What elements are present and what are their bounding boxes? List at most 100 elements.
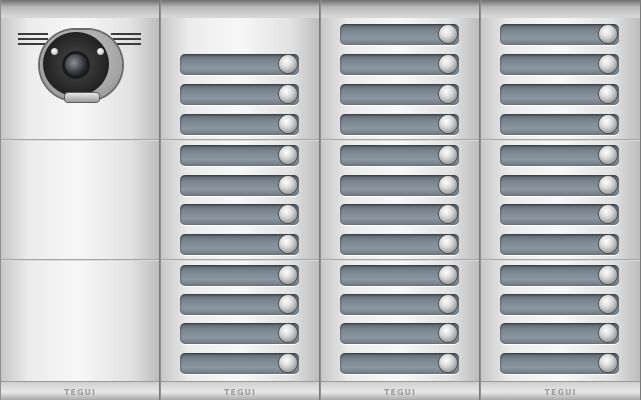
- module-divider: [481, 139, 640, 141]
- top-trim: [481, 0, 640, 18]
- call-button[interactable]: [180, 114, 299, 135]
- call-button[interactable]: [180, 175, 299, 196]
- call-button[interactable]: [180, 294, 299, 315]
- push-button-icon: [599, 235, 617, 253]
- call-button[interactable]: [340, 84, 459, 105]
- push-button-icon: [599, 295, 617, 313]
- push-button-icon: [439, 295, 457, 313]
- push-button-icon: [279, 354, 297, 372]
- camera-lens-icon: [65, 54, 87, 76]
- call-button[interactable]: [500, 84, 619, 105]
- push-button-icon: [439, 266, 457, 284]
- button-column-1: TEGUI: [160, 0, 320, 400]
- call-button[interactable]: [340, 145, 459, 166]
- call-button[interactable]: [500, 323, 619, 344]
- push-button-icon: [439, 205, 457, 223]
- push-button-icon: [279, 146, 297, 164]
- brand-label: TEGUI: [64, 388, 96, 397]
- push-button-icon: [439, 235, 457, 253]
- push-button-icon: [279, 235, 297, 253]
- push-button-icon: [279, 295, 297, 313]
- speaker-grille-right: [111, 33, 141, 35]
- speaker-grille-left: [18, 38, 48, 40]
- speaker-grille-left: [18, 33, 48, 35]
- module-divider: [481, 259, 640, 261]
- brand-label: TEGUI: [384, 388, 416, 397]
- button-column-3: TEGUI: [480, 0, 641, 400]
- bottom-trim: TEGUI: [1, 381, 159, 400]
- speaker-grille-left: [18, 43, 48, 45]
- push-button-icon: [279, 115, 297, 133]
- call-button[interactable]: [500, 353, 619, 374]
- bottom-trim: TEGUI: [321, 381, 479, 400]
- call-button[interactable]: [180, 84, 299, 105]
- push-button-icon: [599, 146, 617, 164]
- call-button[interactable]: [340, 24, 459, 45]
- call-button[interactable]: [180, 323, 299, 344]
- push-button-icon: [439, 115, 457, 133]
- call-button[interactable]: [500, 175, 619, 196]
- call-button[interactable]: [180, 54, 299, 75]
- push-button-icon: [439, 324, 457, 342]
- push-button-icon: [439, 25, 457, 43]
- push-button-icon: [599, 324, 617, 342]
- module-divider: [321, 139, 479, 141]
- call-button[interactable]: [500, 294, 619, 315]
- call-button[interactable]: [500, 24, 619, 45]
- camera-lens-ring: [43, 32, 109, 96]
- call-button[interactable]: [340, 323, 459, 344]
- top-trim: [161, 0, 319, 18]
- call-button[interactable]: [180, 234, 299, 255]
- module-divider: [321, 259, 479, 261]
- module-divider: [161, 259, 319, 261]
- push-button-icon: [599, 176, 617, 194]
- push-button-icon: [599, 85, 617, 103]
- call-button[interactable]: [180, 204, 299, 225]
- push-button-icon: [439, 176, 457, 194]
- push-button-icon: [439, 55, 457, 73]
- call-button[interactable]: [180, 353, 299, 374]
- call-button[interactable]: [180, 145, 299, 166]
- push-button-icon: [599, 205, 617, 223]
- microphone-slot: [65, 93, 99, 102]
- call-button[interactable]: [340, 294, 459, 315]
- call-button[interactable]: [180, 265, 299, 286]
- top-trim: [321, 0, 479, 18]
- call-button[interactable]: [500, 114, 619, 135]
- push-button-icon: [599, 266, 617, 284]
- call-button[interactable]: [500, 265, 619, 286]
- brand-label: TEGUI: [224, 388, 256, 397]
- top-trim: [1, 0, 159, 18]
- brand-label: TEGUI: [544, 388, 577, 397]
- intercom-panel: TEGUI TEGUI TEGUI TEGUI: [0, 0, 641, 400]
- button-column-2: TEGUI: [320, 0, 480, 400]
- call-button[interactable]: [340, 265, 459, 286]
- module-divider: [1, 139, 159, 141]
- call-button[interactable]: [340, 114, 459, 135]
- push-button-icon: [599, 115, 617, 133]
- bottom-trim: TEGUI: [161, 381, 319, 400]
- push-button-icon: [599, 354, 617, 372]
- call-button[interactable]: [340, 175, 459, 196]
- ir-led-icon: [51, 48, 58, 55]
- call-button[interactable]: [500, 204, 619, 225]
- module-divider: [1, 259, 159, 261]
- call-button[interactable]: [500, 54, 619, 75]
- push-button-icon: [439, 85, 457, 103]
- camera-column: TEGUI: [0, 0, 160, 400]
- push-button-icon: [599, 25, 617, 43]
- push-button-icon: [599, 55, 617, 73]
- call-button[interactable]: [500, 234, 619, 255]
- camera-housing: [40, 30, 122, 100]
- push-button-icon: [279, 205, 297, 223]
- bottom-trim: TEGUI: [481, 381, 640, 400]
- call-button[interactable]: [500, 145, 619, 166]
- call-button[interactable]: [340, 204, 459, 225]
- call-button[interactable]: [340, 353, 459, 374]
- ir-led-icon: [97, 48, 104, 55]
- call-button[interactable]: [340, 54, 459, 75]
- call-button[interactable]: [340, 234, 459, 255]
- push-button-icon: [279, 55, 297, 73]
- push-button-icon: [439, 354, 457, 372]
- push-button-icon: [279, 324, 297, 342]
